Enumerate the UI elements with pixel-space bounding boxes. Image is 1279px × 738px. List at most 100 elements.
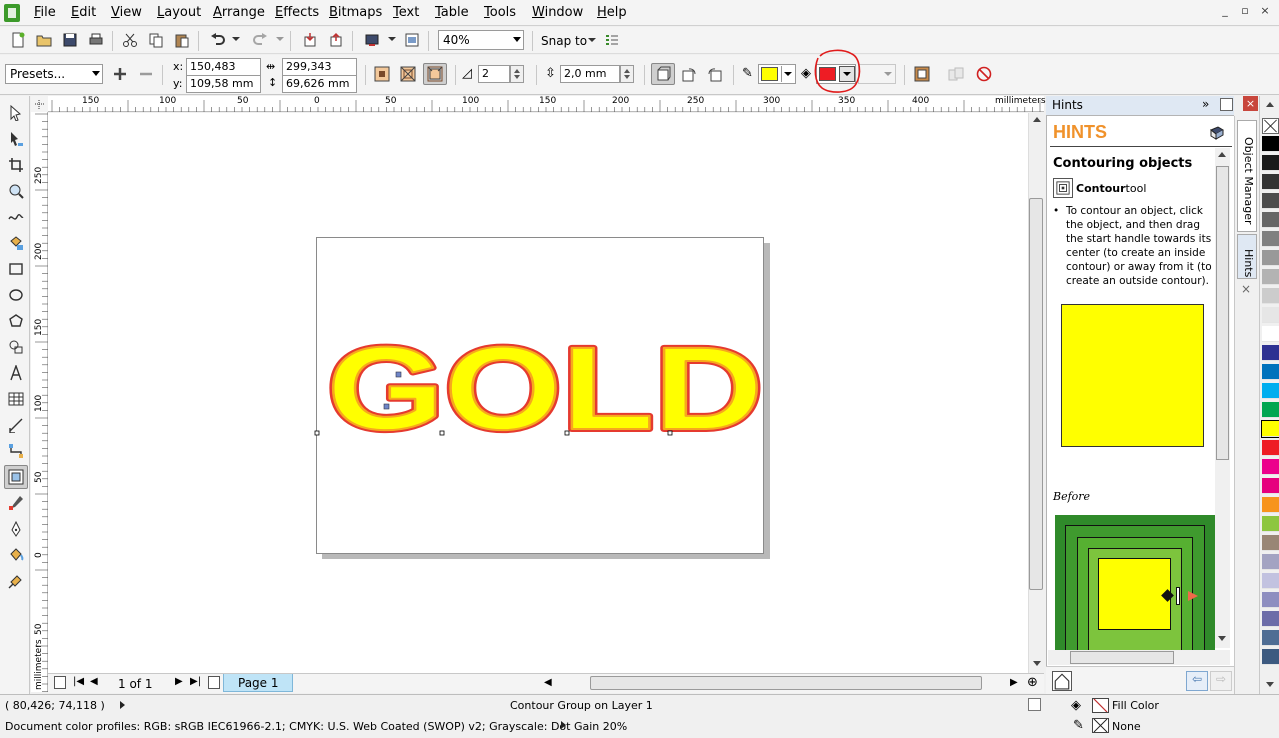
back-arrow-icon[interactable]: ⇦ bbox=[1186, 671, 1208, 691]
basic-shapes-tool-icon[interactable] bbox=[5, 336, 27, 358]
palette-swatch[interactable] bbox=[1262, 307, 1279, 323]
outside-contour-icon[interactable] bbox=[423, 63, 447, 85]
cut-icon[interactable] bbox=[120, 30, 140, 50]
forward-arrow-icon[interactable]: ⇨ bbox=[1210, 671, 1232, 691]
clockwise-contour-colors-icon[interactable] bbox=[679, 64, 699, 84]
palette-swatch[interactable] bbox=[1262, 535, 1279, 551]
redo-dropdown-icon[interactable] bbox=[276, 37, 284, 41]
remove-preset-icon[interactable] bbox=[136, 64, 156, 84]
undo-dropdown-icon[interactable] bbox=[232, 37, 240, 41]
scroll-up-icon[interactable] bbox=[1218, 152, 1226, 157]
pick-tool-icon[interactable] bbox=[5, 102, 27, 124]
clear-contour-icon[interactable] bbox=[974, 64, 994, 84]
rectangle-tool-icon[interactable] bbox=[5, 258, 27, 280]
fill-indicator-swatch[interactable] bbox=[1092, 698, 1109, 713]
palette-swatch[interactable] bbox=[1262, 573, 1279, 589]
menu-text[interactable]: Text bbox=[393, 5, 419, 20]
new-document-icon[interactable] bbox=[8, 30, 28, 50]
tab-hints[interactable]: Hints bbox=[1237, 234, 1257, 279]
menu-file[interactable]: File bbox=[34, 5, 56, 20]
outline-pen-tool-icon[interactable] bbox=[5, 518, 27, 540]
add-preset-icon[interactable] bbox=[110, 64, 130, 84]
palette-swatch[interactable] bbox=[1261, 420, 1279, 438]
contour-offset-field[interactable]: 2,0 mm bbox=[560, 65, 620, 83]
connector-tool-icon[interactable] bbox=[5, 440, 27, 462]
scroll-left-icon[interactable]: ◀ bbox=[544, 677, 552, 688]
add-page-before-icon[interactable] bbox=[54, 676, 66, 689]
palette-scroll-up-icon[interactable] bbox=[1266, 102, 1274, 107]
contour-tool-icon[interactable] bbox=[4, 465, 28, 489]
interactive-fill-tool-icon[interactable] bbox=[5, 570, 27, 592]
color-eyedropper-tool-icon[interactable] bbox=[5, 492, 27, 514]
docker-minimize-icon[interactable] bbox=[1220, 98, 1233, 111]
menu-bitmaps[interactable]: Bitmaps bbox=[329, 5, 382, 20]
palette-swatch[interactable] bbox=[1262, 288, 1279, 304]
menu-help[interactable]: Help bbox=[597, 5, 627, 20]
menu-window[interactable]: Window bbox=[532, 5, 583, 20]
object-acceleration-picker[interactable] bbox=[858, 64, 896, 84]
hints-book-icon[interactable] bbox=[1209, 125, 1225, 140]
copy-icon[interactable] bbox=[146, 30, 166, 50]
palette-swatch[interactable] bbox=[1262, 516, 1279, 532]
palette-swatch[interactable] bbox=[1262, 155, 1279, 171]
snap-to-button[interactable]: Snap to bbox=[541, 34, 587, 48]
close-doc-button[interactable]: × bbox=[1256, 4, 1274, 20]
outline-color-picker[interactable] bbox=[758, 64, 796, 84]
previous-page-icon[interactable]: ◀ bbox=[90, 676, 98, 687]
selection-handle[interactable] bbox=[564, 430, 570, 436]
palette-swatch[interactable] bbox=[1262, 250, 1279, 266]
menu-view[interactable]: View bbox=[111, 5, 142, 20]
selection-handle[interactable] bbox=[667, 430, 673, 436]
menu-arrange[interactable]: Arrange bbox=[213, 5, 265, 20]
docker-close-icon[interactable]: × bbox=[1243, 96, 1258, 111]
no-color-swatch[interactable] bbox=[1262, 118, 1279, 134]
contour-acceleration-icon[interactable] bbox=[912, 64, 932, 84]
last-page-icon[interactable]: ▶| bbox=[190, 676, 201, 687]
palette-swatch[interactable] bbox=[1262, 554, 1279, 570]
docker-horizontal-scroll-thumb[interactable] bbox=[1070, 651, 1174, 664]
canvas-horizontal-scroll-thumb[interactable] bbox=[590, 676, 982, 690]
scroll-right-icon[interactable]: ▶ bbox=[1010, 677, 1018, 688]
palette-swatch[interactable] bbox=[1262, 364, 1279, 380]
welcome-screen-icon[interactable] bbox=[402, 30, 422, 50]
palette-scroll-down-icon[interactable] bbox=[1266, 682, 1274, 687]
menu-tools[interactable]: Tools bbox=[484, 5, 516, 20]
contour-start-handle[interactable] bbox=[395, 371, 402, 378]
page-tab[interactable]: Page 1 bbox=[223, 674, 293, 692]
menu-layout[interactable]: Layout bbox=[157, 5, 201, 20]
gold-inner-contour[interactable]: GOLD bbox=[326, 326, 764, 448]
ellipse-tool-icon[interactable] bbox=[5, 284, 27, 306]
docker-vertical-scroll-thumb[interactable] bbox=[1216, 166, 1229, 460]
freehand-tool-icon[interactable] bbox=[5, 206, 27, 228]
shape-tool-icon[interactable] bbox=[5, 128, 27, 150]
snapshot-icon[interactable] bbox=[1028, 698, 1041, 711]
zoom-level-combo[interactable]: 40% bbox=[438, 30, 524, 50]
table-tool-icon[interactable] bbox=[5, 388, 27, 410]
contour-steps-field[interactable]: 2 bbox=[478, 65, 510, 83]
palette-swatch[interactable] bbox=[1262, 497, 1279, 513]
palette-swatch[interactable] bbox=[1262, 440, 1279, 456]
vertical-ruler[interactable]: 250 200 150 100 50 0 50 millimeters bbox=[31, 112, 48, 692]
canvas-vertical-scroll-thumb[interactable] bbox=[1029, 198, 1043, 590]
counterclockwise-contour-colors-icon[interactable] bbox=[705, 64, 725, 84]
palette-swatch[interactable] bbox=[1262, 231, 1279, 247]
palette-swatch[interactable] bbox=[1262, 611, 1279, 627]
palette-swatch[interactable] bbox=[1262, 478, 1279, 494]
app-icon[interactable] bbox=[4, 4, 20, 22]
scroll-up-icon[interactable] bbox=[1033, 117, 1041, 122]
palette-swatch[interactable] bbox=[1262, 136, 1279, 152]
home-icon[interactable] bbox=[1052, 671, 1072, 691]
color-profiles-expand-icon[interactable] bbox=[561, 721, 566, 729]
menu-effects[interactable]: Effects bbox=[275, 5, 319, 20]
text-tool-icon[interactable] bbox=[5, 362, 27, 384]
to-center-icon[interactable] bbox=[372, 64, 392, 84]
palette-swatch[interactable] bbox=[1262, 269, 1279, 285]
smart-fill-tool-icon[interactable] bbox=[5, 232, 27, 254]
fill-tool-icon[interactable] bbox=[5, 544, 27, 566]
add-page-after-icon[interactable] bbox=[208, 676, 220, 689]
crop-tool-icon[interactable] bbox=[5, 154, 27, 176]
palette-swatch[interactable] bbox=[1262, 212, 1279, 228]
snap-to-dropdown-icon[interactable] bbox=[588, 38, 596, 42]
outline-indicator-swatch[interactable] bbox=[1092, 718, 1109, 733]
menu-table[interactable]: Table bbox=[435, 5, 469, 20]
